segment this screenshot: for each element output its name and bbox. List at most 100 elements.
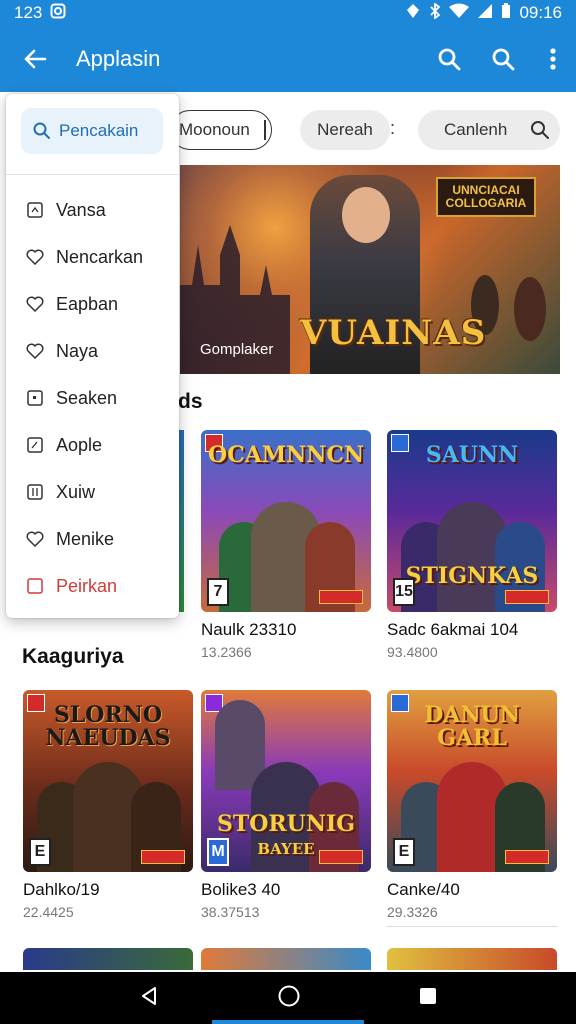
menu-item-label: Aople bbox=[56, 434, 103, 455]
art-title: STORUNIG bbox=[216, 810, 356, 837]
heart-icon bbox=[26, 342, 44, 360]
back-button[interactable] bbox=[0, 26, 70, 92]
notification-icon bbox=[50, 3, 66, 24]
app-bar: Applasin bbox=[0, 26, 576, 92]
search-icon bbox=[530, 120, 550, 145]
art-title: OCAMNNCN bbox=[208, 442, 364, 468]
arrow-left-icon bbox=[24, 49, 47, 69]
heart-icon bbox=[26, 530, 44, 548]
game-title: Sadc 6akmai 104 bbox=[387, 620, 519, 639]
search-icon bbox=[438, 48, 461, 71]
game-subtitle: 38.37513 bbox=[201, 904, 260, 920]
text-cursor bbox=[263, 120, 266, 140]
menu-item[interactable]: Menike bbox=[6, 519, 179, 559]
game-title: Dahlko/19 bbox=[23, 880, 100, 899]
menu-item-danger[interactable]: Peirkan bbox=[6, 566, 179, 606]
menu-item[interactable]: Nencarkan bbox=[6, 237, 179, 277]
banner-title: VUAINAS bbox=[300, 313, 487, 353]
triangle-back-icon bbox=[142, 986, 157, 1005]
system-navigation-bar bbox=[0, 972, 576, 1024]
publisher-badge bbox=[319, 590, 363, 604]
game-card-art: SLORNO NAEUDAS E bbox=[23, 690, 193, 872]
menu-item-label: Xuiw bbox=[56, 481, 96, 502]
art-title: SLORNO NAEUDAS bbox=[45, 702, 171, 752]
menu-item[interactable]: Xuiw bbox=[6, 472, 179, 512]
square-recents-icon bbox=[419, 987, 436, 1004]
game-subtitle: 13.2366 bbox=[201, 644, 252, 660]
more-options-button[interactable] bbox=[530, 26, 576, 92]
age-rating-badge: M bbox=[207, 838, 229, 866]
nav-home-button[interactable] bbox=[277, 984, 301, 1013]
nav-recents-button[interactable] bbox=[418, 986, 438, 1011]
dropdown-menu: Pencakain Vansa Nencarkan Eapban Naya Se… bbox=[6, 94, 179, 618]
search-chip[interactable]: Canlenh bbox=[418, 110, 560, 150]
bluetooth-icon bbox=[429, 1, 441, 24]
menu-divider bbox=[6, 174, 179, 175]
menu-item-label: Nencarkan bbox=[56, 246, 144, 267]
status-bar: 123 09:16 bbox=[0, 0, 576, 26]
menu-search-field[interactable]: Pencakain bbox=[21, 108, 163, 154]
chip-label: Moonoun bbox=[179, 120, 250, 139]
menu-search-label: Pencakain bbox=[59, 121, 139, 140]
search-button-secondary[interactable] bbox=[476, 26, 530, 92]
game-card[interactable]: STORUNIG BAYEE M Bolike3 40 38.37513 bbox=[201, 690, 371, 920]
nav-indicator bbox=[212, 1020, 364, 1024]
game-title: Naulk 23310 bbox=[201, 620, 297, 639]
banner-caption: Gomplaker bbox=[200, 341, 274, 358]
square-icon bbox=[26, 483, 44, 501]
publisher-badge bbox=[505, 850, 549, 864]
game-title: Bolike3 40 bbox=[201, 880, 281, 899]
menu-item-label: Naya bbox=[56, 340, 99, 361]
art-title: DANUN GARL bbox=[424, 702, 520, 752]
banner-hero-face bbox=[342, 187, 390, 243]
signal-icon bbox=[477, 3, 493, 24]
banner-soldiers-illustration bbox=[471, 275, 546, 341]
menu-item-label: Vansa bbox=[56, 199, 106, 220]
game-card-art: OCAMNNCN 7 bbox=[201, 430, 371, 612]
status-time-left: 123 bbox=[14, 3, 43, 22]
search-icon bbox=[492, 48, 515, 71]
publisher-badge bbox=[141, 850, 185, 864]
square-icon bbox=[26, 436, 44, 454]
game-card-peek[interactable] bbox=[201, 948, 371, 970]
game-card-peek[interactable] bbox=[23, 948, 193, 970]
game-card[interactable]: DANUN GARL E Canke/40 29.3326 bbox=[387, 690, 557, 920]
menu-item-label: Eapban bbox=[56, 293, 119, 314]
app-title: Applasin bbox=[76, 46, 161, 71]
chip-label: Nereah bbox=[317, 120, 373, 139]
game-card-peek[interactable] bbox=[387, 948, 557, 970]
publisher-badge bbox=[319, 850, 363, 864]
game-card[interactable]: OCAMNNCN 7 Naulk 23310 13.2366 bbox=[201, 430, 371, 660]
menu-item-label: Menike bbox=[56, 528, 115, 549]
filter-chip[interactable]: Nereah bbox=[300, 110, 390, 150]
game-subtitle: 29.3326 bbox=[387, 904, 438, 920]
art-subtitle: STIGNKAS bbox=[405, 562, 539, 589]
age-rating-badge: E bbox=[29, 838, 51, 866]
game-card[interactable]: SAUNN STIGNKAS 15 Sadc 6akmai 104 93.480… bbox=[387, 430, 557, 660]
menu-item-label: Peirkan bbox=[56, 575, 118, 596]
location-icon bbox=[405, 3, 421, 24]
search-button[interactable] bbox=[422, 26, 476, 92]
menu-item[interactable]: Eapban bbox=[6, 284, 179, 324]
age-rating-badge: E bbox=[393, 838, 415, 866]
menu-item[interactable]: Aople bbox=[6, 425, 179, 465]
menu-item[interactable]: Vansa bbox=[6, 190, 179, 230]
chip-label: Canlenh bbox=[444, 120, 508, 139]
game-card[interactable]: SLORNO NAEUDAS E Dahlko/19 22.4425 bbox=[23, 690, 193, 920]
square-icon bbox=[26, 577, 44, 595]
section-heading: ds bbox=[178, 390, 203, 413]
square-icon bbox=[26, 389, 44, 407]
nav-back-button[interactable] bbox=[138, 985, 160, 1012]
art-title: SAUNN bbox=[425, 442, 519, 468]
game-subtitle: 22.4425 bbox=[23, 904, 74, 920]
circle-home-icon bbox=[278, 985, 300, 1006]
publisher-badge bbox=[505, 590, 549, 604]
filter-chip-outline[interactable]: Moonoun bbox=[170, 110, 272, 150]
age-rating-badge: 7 bbox=[207, 578, 229, 606]
square-icon bbox=[26, 201, 44, 219]
featured-banner[interactable]: UNNCIACAI COLLOGARIA VUAINAS Gomplaker bbox=[180, 165, 560, 374]
search-icon bbox=[33, 122, 50, 139]
menu-item[interactable]: Naya bbox=[6, 331, 179, 371]
menu-item[interactable]: Seaken bbox=[6, 378, 179, 418]
game-title: Canke/40 bbox=[387, 880, 460, 899]
